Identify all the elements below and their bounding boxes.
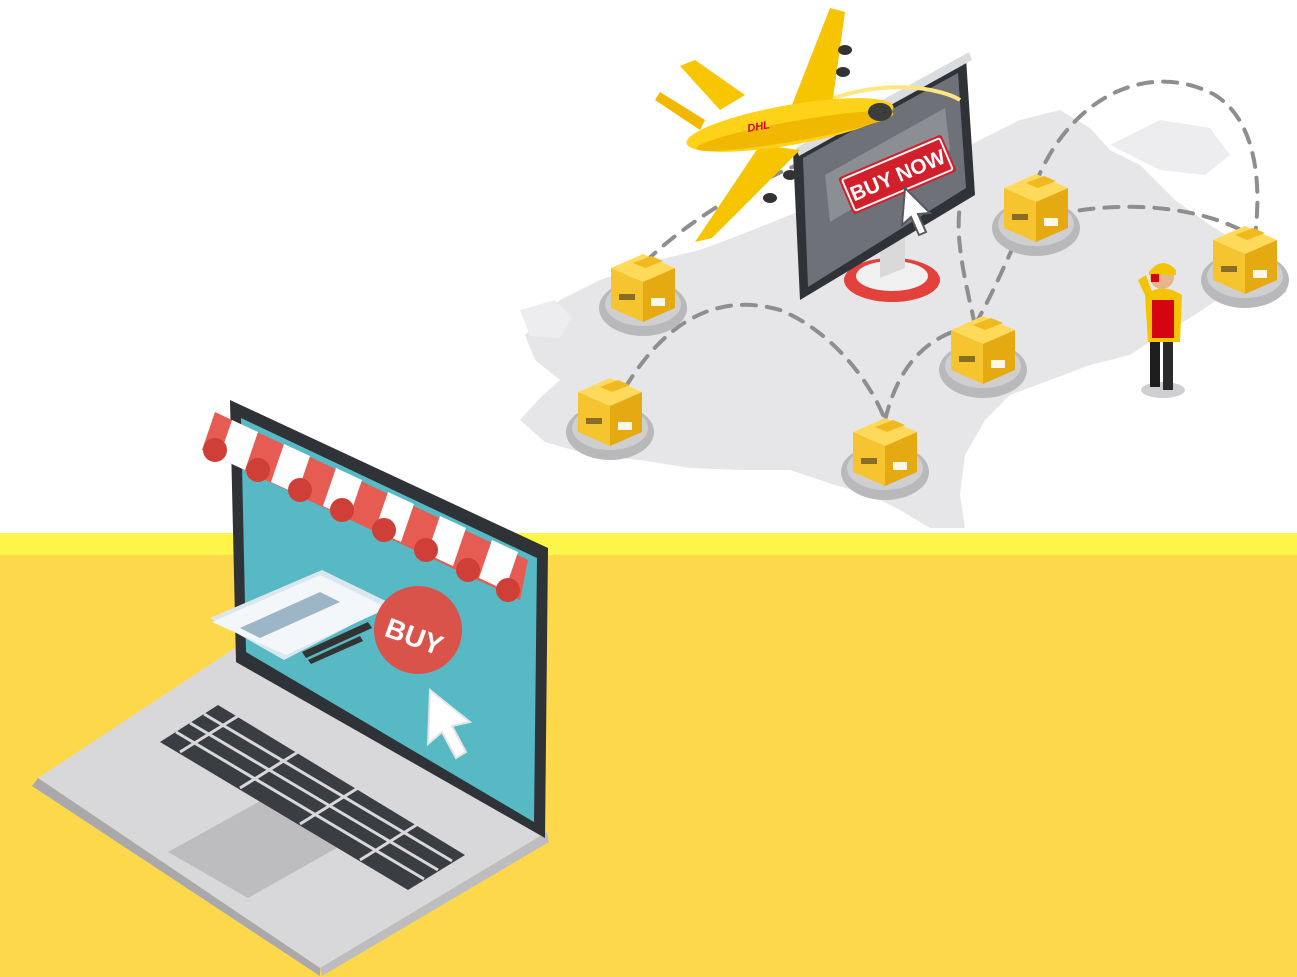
plane-engine (836, 67, 850, 77)
courier-leg (1150, 335, 1160, 387)
plane-engine (838, 45, 852, 55)
courier-leg (1163, 335, 1173, 390)
courier-visor (1151, 274, 1159, 282)
courier-vest (1152, 300, 1174, 338)
yellow-band-highlight (0, 533, 1297, 555)
buy-button[interactable]: BUY (374, 586, 462, 674)
plane-engine (763, 193, 777, 203)
plane-engine (783, 170, 797, 180)
illustration-canvas: BUY NOW DHL BUY (0, 0, 1297, 977)
plane-cockpit (868, 103, 892, 121)
dhl-ecommerce-illustration: BUY NOW DHL BUY (0, 0, 1297, 977)
